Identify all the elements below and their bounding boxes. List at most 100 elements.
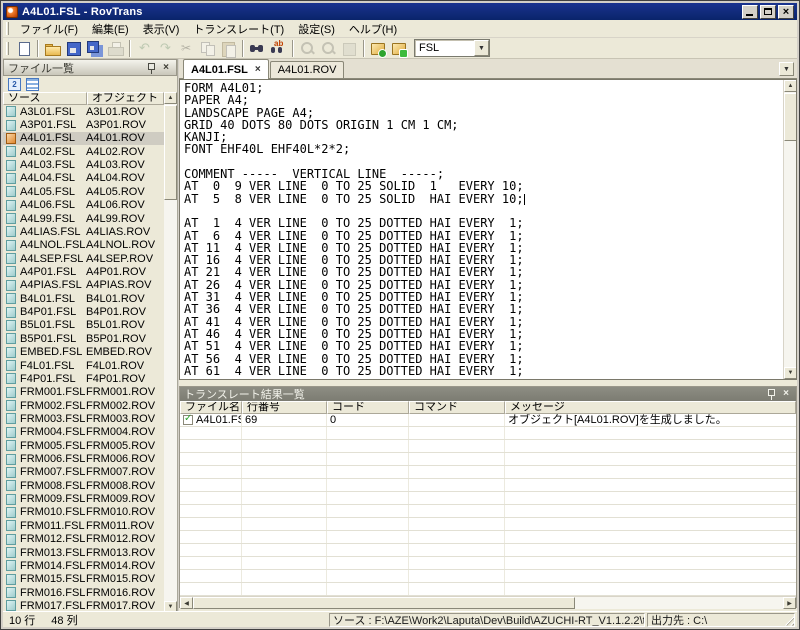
- toolbar-grip[interactable]: [6, 42, 9, 55]
- scrollbar-thumb[interactable]: [784, 93, 797, 141]
- file-list-row[interactable]: FRM006.FSL FRM006.ROV: [3, 452, 164, 465]
- column-header[interactable]: ファイル名: [180, 401, 242, 414]
- menubar-grip[interactable]: [6, 22, 9, 35]
- file-list-row[interactable]: A3L01.FSL A3L01.ROV: [3, 105, 164, 118]
- file-list-row[interactable]: A4LSEP.FSL A4LSEP.ROV: [3, 252, 164, 265]
- menu-item[interactable]: ヘルプ(H): [342, 19, 404, 39]
- file-list-row[interactable]: A4P01.FSL A4P01.ROV: [3, 265, 164, 278]
- translate-button[interactable]: [368, 39, 389, 58]
- file-list-row[interactable]: A4LNOL.FSL A4LNOL.ROV: [3, 239, 164, 252]
- save-all-button[interactable]: [84, 39, 105, 58]
- file-list-scrollbar[interactable]: ▲ ▼: [164, 92, 177, 613]
- file-list-row[interactable]: A4L06.FSL A4L06.ROV: [3, 199, 164, 212]
- result-row[interactable]: A4L01.FSL 69 0 オブジェクト[A4L01.ROV]を生成しました。: [180, 414, 796, 427]
- scroll-up-icon[interactable]: ▲: [784, 80, 797, 92]
- list-view-icon[interactable]: [24, 77, 40, 91]
- translate-all-button[interactable]: [389, 39, 410, 58]
- file-list-row[interactable]: A3P01.FSL A3P01.ROV: [3, 118, 164, 131]
- scroll-right-icon[interactable]: ▶: [783, 597, 796, 609]
- result-hscrollbar[interactable]: ◀ ▶: [180, 596, 796, 609]
- tab-list-dropdown-icon[interactable]: ▼: [779, 62, 794, 76]
- file-list-row[interactable]: A4L01.FSL A4L01.ROV: [3, 132, 164, 145]
- minimize-button[interactable]: [742, 5, 758, 19]
- close-icon: ×: [783, 7, 789, 17]
- close-panel-icon[interactable]: ×: [160, 62, 172, 74]
- file-list-row[interactable]: F4L01.FSL F4L01.ROV: [3, 359, 164, 372]
- file-icon: [6, 480, 16, 491]
- find-button[interactable]: [247, 39, 268, 58]
- column-header[interactable]: ソース: [3, 92, 87, 105]
- file-list-row[interactable]: FRM007.FSL FRM007.ROV: [3, 466, 164, 479]
- column-header[interactable]: 行番号: [242, 401, 327, 414]
- scroll-left-icon[interactable]: ◀: [180, 597, 193, 609]
- source-file-name: A4L03.FSL: [20, 159, 86, 171]
- file-list-row[interactable]: FRM012.FSL FRM012.ROV: [3, 533, 164, 546]
- file-list-row[interactable]: A4PIAS.FSL A4PIAS.ROV: [3, 279, 164, 292]
- toolbar-separator: [37, 40, 39, 57]
- file-list-row[interactable]: F4P01.FSL F4P01.ROV: [3, 372, 164, 385]
- tab-a4l01.fsl[interactable]: A4L01.FSL ×: [183, 59, 269, 79]
- code-text[interactable]: FORM A4L01;PAPER A4;LANDSCAPE PAGE A4;GR…: [180, 80, 783, 379]
- resize-grip[interactable]: [782, 614, 794, 626]
- file-list-row[interactable]: B5L01.FSL B5L01.ROV: [3, 319, 164, 332]
- scroll-down-icon[interactable]: ▼: [784, 367, 797, 379]
- file-list-row[interactable]: A4L04.FSL A4L04.ROV: [3, 172, 164, 185]
- file-list-row[interactable]: FRM003.FSL FRM003.ROV: [3, 412, 164, 425]
- editor-scrollbar[interactable]: ▲ ▼: [783, 80, 796, 379]
- menu-item[interactable]: トランスレート(T): [186, 19, 291, 39]
- file-list-row[interactable]: FRM008.FSL FRM008.ROV: [3, 479, 164, 492]
- file-list-row[interactable]: FRM016.FSL FRM016.ROV: [3, 586, 164, 599]
- format-combo[interactable]: FSL ▼: [414, 39, 490, 57]
- menu-item[interactable]: ファイル(F): [13, 19, 85, 39]
- numbered-view-icon[interactable]: [6, 77, 22, 91]
- file-list-row[interactable]: FRM009.FSL FRM009.ROV: [3, 492, 164, 505]
- file-list-row[interactable]: A4L03.FSL A4L03.ROV: [3, 158, 164, 171]
- menu-item[interactable]: 表示(V): [136, 19, 187, 39]
- format-combo-value: FSL: [415, 42, 474, 54]
- file-list-row[interactable]: FRM011.FSL FRM011.ROV: [3, 519, 164, 532]
- file-list-row[interactable]: FRM002.FSL FRM002.ROV: [3, 399, 164, 412]
- file-list-row[interactable]: FRM005.FSL FRM005.ROV: [3, 439, 164, 452]
- replace-button[interactable]: [268, 39, 289, 58]
- tab-a4l01.rov[interactable]: A4L01.ROV: [270, 61, 345, 78]
- file-icon: [6, 560, 16, 571]
- result-rows: A4L01.FSL 69 0 オブジェクト[A4L01.ROV]を生成しました。: [180, 414, 796, 596]
- file-list-row[interactable]: FRM010.FSL FRM010.ROV: [3, 506, 164, 519]
- code-line: GRID 40 DOTS 80 DOTS ORIGIN 1 CM 1 CM;: [184, 119, 783, 131]
- close-panel-icon[interactable]: ×: [780, 388, 792, 400]
- file-list-row[interactable]: A4L02.FSL A4L02.ROV: [3, 145, 164, 158]
- tab-close-icon[interactable]: ×: [255, 65, 261, 75]
- menu-item[interactable]: 編集(E): [85, 19, 136, 39]
- file-list-row[interactable]: FRM015.FSL FRM015.ROV: [3, 573, 164, 586]
- file-list-row[interactable]: B5P01.FSL B5P01.ROV: [3, 332, 164, 345]
- save-button[interactable]: [63, 39, 84, 58]
- chevron-down-icon[interactable]: ▼: [474, 40, 489, 56]
- file-list-row[interactable]: EMBED.FSL EMBED.ROV: [3, 345, 164, 358]
- file-list-row[interactable]: B4P01.FSL B4P01.ROV: [3, 305, 164, 318]
- file-list-row[interactable]: FRM001.FSL FRM001.ROV: [3, 386, 164, 399]
- scrollbar-thumb[interactable]: [193, 597, 575, 609]
- file-list-row[interactable]: FRM013.FSL FRM013.ROV: [3, 546, 164, 559]
- close-button[interactable]: ×: [778, 5, 794, 19]
- scrollbar-thumb[interactable]: [164, 105, 177, 200]
- open-file-button[interactable]: [42, 39, 63, 58]
- file-list-row[interactable]: FRM014.FSL FRM014.ROV: [3, 559, 164, 572]
- menu-item[interactable]: 設定(S): [291, 19, 342, 39]
- file-list-row[interactable]: B4L01.FSL B4L01.ROV: [3, 292, 164, 305]
- column-header[interactable]: メッセージ: [505, 401, 796, 414]
- file-list-row[interactable]: A4L99.FSL A4L99.ROV: [3, 212, 164, 225]
- code-editor[interactable]: FORM A4L01;PAPER A4;LANDSCAPE PAGE A4;GR…: [179, 79, 797, 380]
- scroll-up-icon[interactable]: ▲: [164, 92, 177, 104]
- file-list-row[interactable]: A4LIAS.FSL A4LIAS.ROV: [3, 225, 164, 238]
- file-list-row[interactable]: FRM004.FSL FRM004.ROV: [3, 426, 164, 439]
- new-file-button[interactable]: [13, 39, 34, 58]
- maximize-button[interactable]: [760, 5, 776, 19]
- column-header[interactable]: コマンド: [409, 401, 505, 414]
- pin-icon[interactable]: [765, 388, 777, 400]
- column-header[interactable]: オブジェクト: [87, 92, 164, 105]
- object-file-name: EMBED.ROV: [86, 346, 164, 358]
- source-file-name: FRM009.FSL: [20, 493, 86, 505]
- pin-icon[interactable]: [145, 62, 157, 74]
- file-list-row[interactable]: A4L05.FSL A4L05.ROV: [3, 185, 164, 198]
- column-header[interactable]: コード: [327, 401, 409, 414]
